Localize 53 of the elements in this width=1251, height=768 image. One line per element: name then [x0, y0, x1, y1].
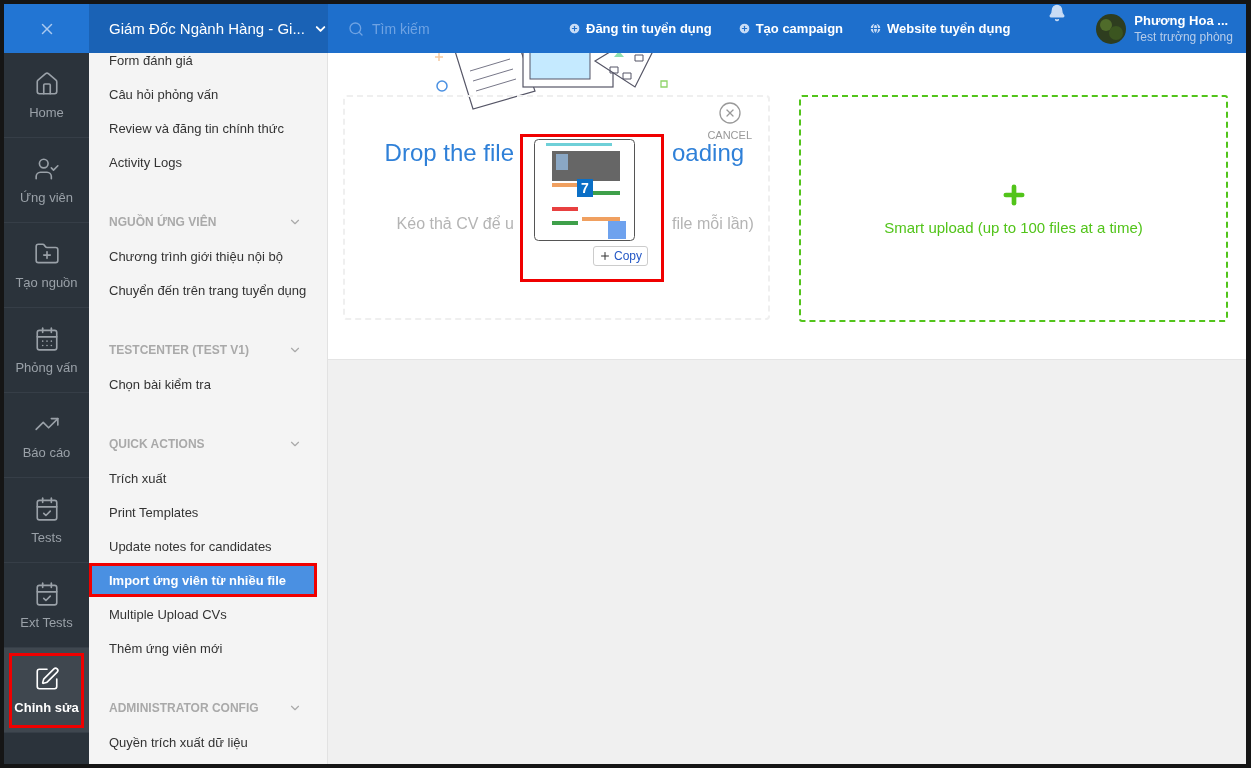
menu-item[interactable]: Chuyển đến trên trang tuyển dụng: [89, 273, 327, 307]
header-link[interactable]: Website tuyển dụng: [869, 21, 1011, 36]
copy-hint: Copy: [593, 246, 648, 266]
nav-label: Tests: [31, 529, 62, 545]
nav-item[interactable]: Chỉnh sửa: [4, 648, 89, 733]
nav-icon: [33, 155, 60, 182]
search-field[interactable]: Tìm kiếm: [370, 19, 520, 38]
nav-icon: [33, 325, 60, 352]
cancel-button[interactable]: CANCEL: [707, 101, 752, 141]
nav-icon: [33, 70, 60, 97]
plus-circle-icon: [737, 22, 751, 35]
globe-icon: [869, 22, 883, 35]
drop-hint-end: file mỗi lần): [672, 215, 754, 233]
menu-item[interactable]: Update notes for candidates: [89, 529, 327, 563]
nav-icon: [33, 665, 60, 692]
bell-icon: [1048, 4, 1067, 22]
drop-heading-start: Drop the file: [384, 139, 514, 167]
search-icon: [348, 20, 364, 37]
nav-label: Phỏng vấn: [15, 359, 78, 375]
file-count-badge: 7: [577, 179, 593, 197]
menu-item[interactable]: Thêm ứng viên mới: [89, 631, 327, 665]
menu-item[interactable]: Trích xuất: [89, 461, 327, 495]
nav-label: Home: [29, 104, 64, 120]
user-role: Test trưởng phòng: [1134, 30, 1233, 44]
menu-item[interactable]: Câu hỏi phỏng vấn: [89, 77, 327, 111]
drop-zone[interactable]: CANCEL Drop the file oading Kéo thả CV để u file mỗi lần) 7 Copy: [343, 95, 770, 320]
close-icon: [717, 101, 742, 125]
workspace-dropdown[interactable]: Giám Đốc Ngành Hàng - Gi...: [89, 4, 328, 53]
menu-item[interactable]: Chọn bài kiểm tra: [89, 367, 327, 401]
header-link[interactable]: Đăng tin tuyển dụng: [568, 21, 712, 36]
nav-icon: [33, 580, 60, 607]
menu-item[interactable]: Import ứng viên từ nhiều file: [89, 563, 317, 597]
menu-item[interactable]: Multiple Upload CVs: [89, 597, 327, 631]
menu-item[interactable]: Form đánh giá: [89, 53, 327, 77]
menu-item[interactable]: Review và đăng tin chính thức: [89, 111, 327, 145]
nav-label: Báo cáo: [22, 444, 71, 460]
nav-label: Ext Tests: [20, 614, 73, 630]
drop-heading-end: oading: [672, 139, 745, 167]
nav-label: Tạo nguồn: [15, 274, 78, 290]
menu-item[interactable]: Activity Logs: [89, 145, 327, 179]
header-link[interactable]: Tạo campaign: [737, 21, 844, 36]
menu-item[interactable]: Print Templates: [89, 495, 327, 529]
menu-item[interactable]: Quyền trích xuất dữ liệu: [89, 725, 327, 759]
plus-icon: [599, 250, 611, 262]
nav-label: Chỉnh sửa: [14, 699, 79, 715]
drop-hint-start: Kéo thả CV để u: [396, 215, 514, 233]
nav-label: Ứng viên: [20, 189, 73, 205]
nav-icon: [33, 495, 60, 522]
avatar[interactable]: [1096, 13, 1127, 44]
user-name: Phương Hoa ...: [1134, 13, 1230, 28]
menu-item[interactable]: Chương trình giới thiệu nội bộ: [89, 239, 327, 273]
plus-circle-icon: [568, 22, 581, 35]
smart-upload-label: Smart upload (up to 100 files at a time): [884, 219, 1143, 236]
